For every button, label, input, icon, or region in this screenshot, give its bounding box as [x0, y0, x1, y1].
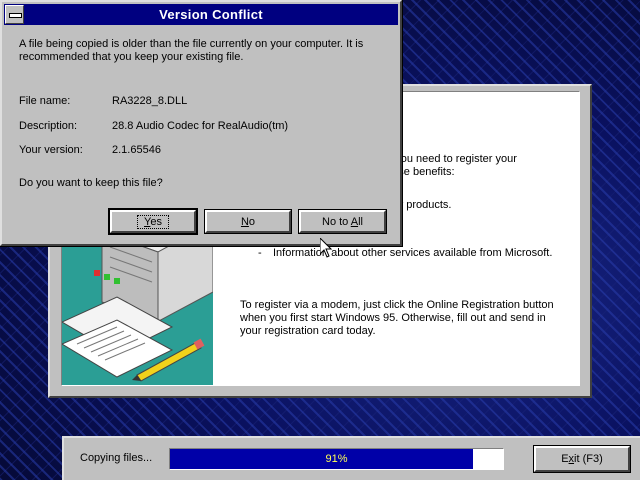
exit-button-label: Exit (F3) [561, 453, 603, 465]
no-button-label: No [240, 215, 256, 228]
conflict-message: A file being copied is older than the fi… [19, 38, 364, 63]
file-name-value: RA3228_8.DLL [112, 95, 188, 107]
yes-button[interactable]: Yes [108, 208, 198, 235]
progress-percent: 91% [325, 453, 348, 465]
registration-line-1: 5, you need to register your [383, 153, 517, 165]
file-name-label: File name: [19, 95, 71, 107]
yes-button-label: Yes [137, 214, 169, 229]
keep-file-question: Do you want to keep this file? [19, 177, 163, 189]
registration-paragraph: To register via a modem, just click the … [240, 299, 554, 337]
mouse-pointer-icon [320, 238, 332, 258]
description-value: 28.8 Audio Codec for RealAudio(tm) [112, 120, 289, 132]
dialog-title: Version Conflict [159, 7, 263, 22]
your-version-label: Your version: [19, 144, 83, 156]
copying-files-label: Copying files... [80, 452, 153, 464]
no-to-all-button-label: No to All [322, 215, 363, 228]
system-menu-icon[interactable] [5, 5, 24, 24]
no-to-all-button[interactable]: No to All [298, 209, 387, 234]
version-conflict-dialog: Version Conflict A file being copied is … [0, 0, 403, 247]
bullet-text: Information about other services availab… [273, 247, 553, 259]
exit-button[interactable]: Exit (F3) [533, 445, 631, 473]
dialog-titlebar[interactable]: Version Conflict [4, 4, 398, 25]
description-label: Description: [19, 120, 78, 132]
bullet-marker: - [258, 247, 262, 259]
copy-progress-bar: 91% [169, 448, 504, 470]
copy-progress-window: Copying files... 91% Exit (F3) [62, 436, 640, 480]
no-button[interactable]: No [204, 209, 292, 234]
your-version-value: 2.1.65546 [112, 144, 161, 156]
